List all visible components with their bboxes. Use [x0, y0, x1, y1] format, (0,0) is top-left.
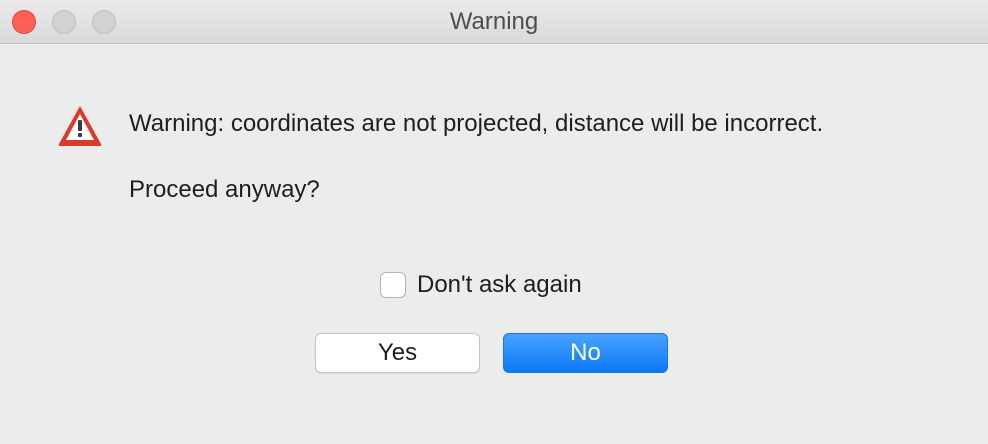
warning-triangle-icon	[58, 106, 102, 146]
window-title: Warning	[449, 8, 539, 35]
title-bar: Warning	[0, 0, 988, 44]
dont-ask-again-checkbox[interactable]	[380, 272, 406, 298]
no-button[interactable]: No	[503, 333, 668, 373]
warning-dialog-window: Warning Warning: coordinates are not pro…	[0, 0, 988, 444]
yes-button[interactable]: Yes	[315, 333, 480, 373]
dont-ask-again-label[interactable]: Don't ask again	[417, 271, 582, 299]
confirmation-question: Proceed anyway?	[129, 176, 320, 203]
dont-ask-again-option[interactable]: Don't ask again	[380, 270, 582, 300]
warning-message: Warning: coordinates are not projected, …	[129, 110, 824, 137]
